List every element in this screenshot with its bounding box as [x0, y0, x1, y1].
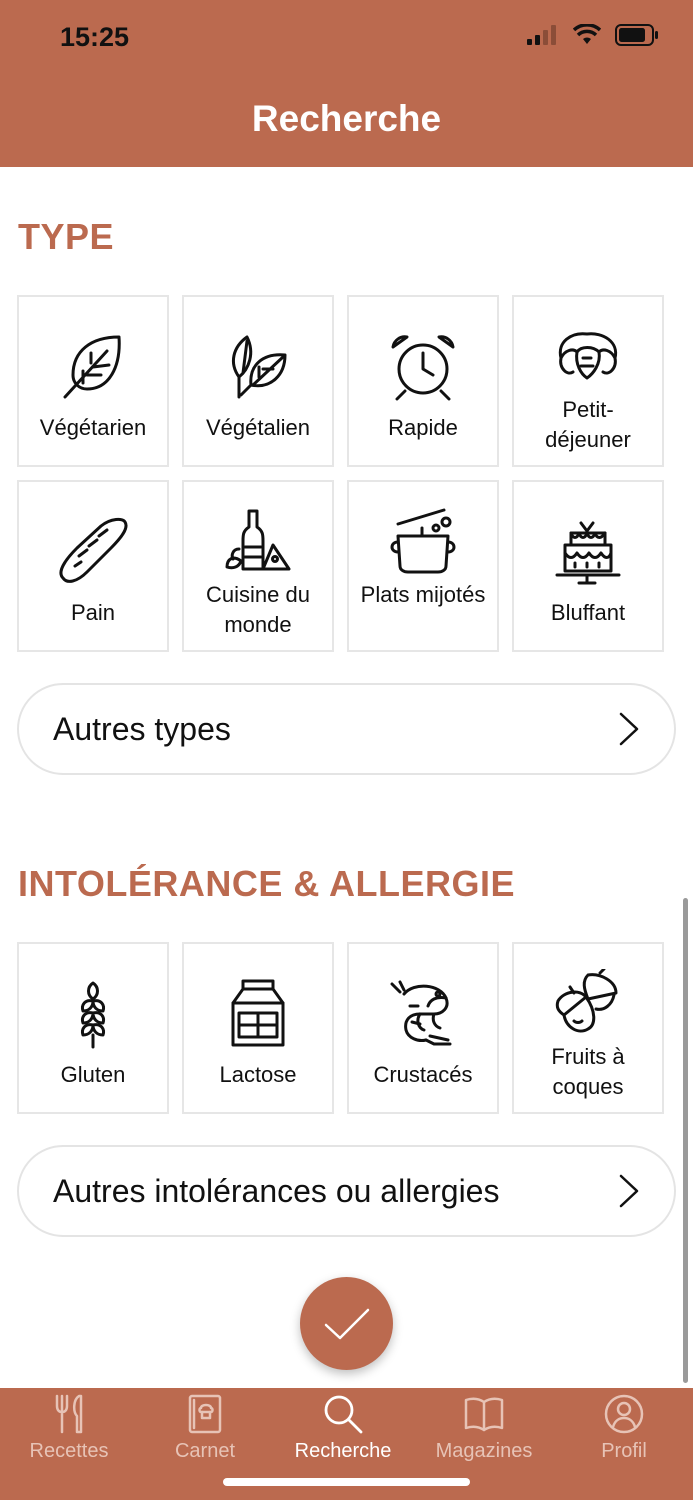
tab-label: Profil — [601, 1440, 647, 1462]
shrimp-icon — [390, 974, 456, 1054]
tab-label: Carnet — [174, 1440, 236, 1462]
search-icon — [324, 1395, 363, 1434]
tile-label: Rapide — [388, 415, 458, 440]
check-icon — [324, 1308, 369, 1339]
cake-icon — [553, 512, 623, 592]
tab-magazines[interactable]: Magazines — [415, 1394, 553, 1463]
allergy-section-title: INTOLÉRANCE & ALLERGIE — [18, 863, 516, 904]
tile-rapide[interactable]: Rapide — [347, 295, 499, 467]
tab-label: Recettes — [29, 1440, 109, 1462]
battery-icon — [615, 24, 658, 46]
tile-lactose[interactable]: Lactose — [182, 942, 334, 1114]
status-time: 15:25 — [60, 22, 130, 52]
tile-petit-dejeuner[interactable]: Petit-déjeuner — [512, 295, 664, 467]
acorn-icon — [554, 966, 622, 1040]
chevron-right-icon — [619, 712, 639, 746]
confirm-button[interactable] — [300, 1277, 393, 1370]
signal-icon — [527, 25, 556, 45]
wifi-icon — [573, 24, 601, 44]
tile-cuisine-du-monde[interactable]: Cuisine du monde — [182, 480, 334, 652]
milk-carton-icon — [229, 974, 287, 1054]
more-allergies-label: Autres intolérances ou allergies — [53, 1172, 500, 1209]
more-types-button[interactable]: Autres types — [17, 683, 676, 775]
type-section-title: TYPE — [18, 216, 115, 257]
tile-crustaces[interactable]: Crustacés — [347, 942, 499, 1114]
tile-label: Végétalien — [206, 415, 310, 440]
tile-bluffant[interactable]: Bluffant — [512, 480, 664, 652]
tile-label: Plats mijotés — [360, 582, 486, 607]
user-icon — [604, 1394, 644, 1434]
tab-profil[interactable]: Profil — [555, 1394, 693, 1463]
tile-gluten[interactable]: Gluten — [17, 942, 169, 1114]
croissant-icon — [553, 319, 623, 393]
chevron-right-icon — [619, 1174, 639, 1208]
tile-label: Lactose — [219, 1062, 297, 1087]
double-leaf-icon — [225, 327, 291, 407]
leaf-icon — [61, 327, 125, 407]
baguette-icon — [57, 512, 129, 592]
type-grid: Végétarien Végétalien Rapide Petit-déjeu… — [17, 295, 664, 652]
tile-pain[interactable]: Pain — [17, 480, 169, 652]
tab-recettes[interactable]: Recettes — [0, 1394, 138, 1463]
allergy-grid: Gluten Lactose Crustacés Fruits à coques — [17, 942, 664, 1114]
tile-label: Cuisine du monde — [206, 582, 310, 637]
tile-label: Bluffant — [550, 600, 626, 625]
tab-recherche[interactable]: Recherche — [274, 1394, 412, 1463]
tile-plats-mijotes[interactable]: Plats mijotés — [347, 480, 499, 652]
more-types-label: Autres types — [53, 710, 231, 747]
alarm-clock-icon — [389, 327, 457, 407]
top-bar: 15:25 Recherche — [0, 0, 693, 167]
bottle-cheese-icon — [223, 504, 293, 578]
more-allergies-button[interactable]: Autres intolérances ou allergies — [17, 1145, 676, 1237]
tile-label: Crustacés — [373, 1062, 473, 1087]
page-title: Recherche — [251, 98, 442, 139]
tile-vegetarien[interactable]: Végétarien — [17, 295, 169, 467]
open-book-icon — [464, 1397, 504, 1432]
tile-label: Petit-déjeuner — [545, 397, 631, 452]
tab-label: Recherche — [294, 1440, 392, 1462]
tile-label: Végétarien — [39, 415, 147, 440]
tile-vegetalien[interactable]: Végétalien — [182, 295, 334, 467]
tile-label: Pain — [70, 600, 116, 625]
tab-label: Magazines — [435, 1440, 533, 1462]
home-indicator — [223, 1478, 470, 1486]
tab-carnet[interactable]: Carnet — [136, 1394, 274, 1463]
stew-pot-icon — [388, 504, 458, 578]
status-icons — [527, 24, 659, 46]
wheat-icon — [76, 974, 110, 1054]
tile-label: Fruits à coques — [551, 1044, 625, 1099]
tile-fruits-a-coques[interactable]: Fruits à coques — [512, 942, 664, 1114]
notebook-icon — [188, 1394, 222, 1434]
fork-knife-icon — [55, 1394, 83, 1434]
scrollbar[interactable] — [683, 898, 688, 1383]
tile-label: Gluten — [60, 1062, 126, 1087]
